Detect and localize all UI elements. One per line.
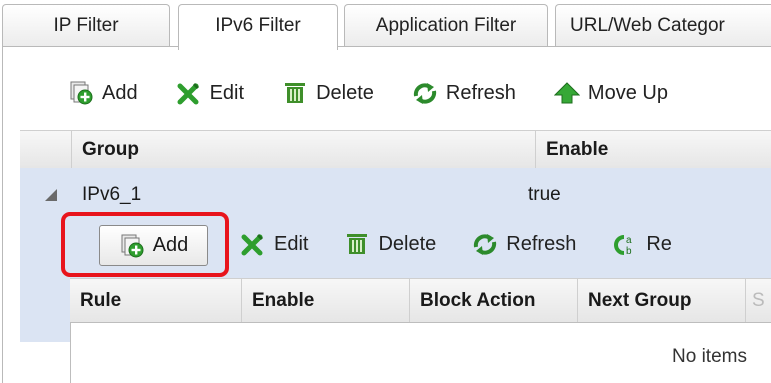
delete-icon	[347, 234, 368, 254]
tab-ip-filter[interactable]: IP Filter	[2, 4, 170, 46]
edit-icon	[241, 233, 264, 256]
edit-rule-button[interactable]: Edit	[240, 231, 308, 257]
refresh-icon	[413, 83, 436, 104]
rename-rule-label: Re	[646, 232, 672, 255]
svg-text:b: b	[626, 246, 632, 257]
column-spacer	[20, 131, 72, 168]
delete-rule-button[interactable]: Delete	[344, 231, 436, 257]
delete-label: Delete	[316, 81, 374, 104]
column-enable[interactable]: Enable	[536, 131, 771, 168]
edit-rule-label: Edit	[274, 232, 309, 255]
tab-application-filter[interactable]: Application Filter	[344, 4, 548, 46]
expand-arrow-icon[interactable]	[44, 188, 58, 202]
group-enable-cell: true	[528, 184, 561, 205]
refresh-icon	[474, 234, 497, 255]
column-truncated[interactable]: S	[746, 279, 771, 322]
delete-button[interactable]: Delete	[282, 80, 374, 106]
svg-text:a: a	[626, 235, 632, 246]
tab-label: URL/Web Categor	[570, 15, 725, 36]
column-group[interactable]: Group	[72, 131, 536, 168]
move-up-label: Move Up	[587, 81, 668, 104]
delete-rule-label: Delete	[378, 232, 437, 255]
refresh-rule-label: Refresh	[506, 232, 577, 255]
refresh-label: Refresh	[445, 81, 516, 104]
rename-icon: a b	[614, 235, 632, 257]
move-up-button[interactable]: Move Up	[553, 80, 668, 106]
move-up-icon	[553, 82, 580, 104]
tab-label: Application Filter	[375, 15, 517, 36]
sub-toolbar: Edit Delete Refresh a b Re	[240, 231, 672, 257]
add-icon	[70, 81, 93, 105]
column-block-action[interactable]: Block Action	[410, 279, 578, 322]
group-table-header: Group Enable	[20, 130, 771, 169]
highlight-box	[61, 212, 229, 277]
add-button[interactable]: Add	[68, 80, 138, 106]
main-toolbar: Add Edit Delete Refresh Move Up	[68, 80, 668, 106]
delete-icon	[285, 83, 306, 103]
tab-url-web-category[interactable]: URL/Web Categor	[555, 4, 771, 46]
tab-label: IP Filter	[53, 15, 119, 36]
refresh-rule-button[interactable]: Refresh	[472, 231, 576, 257]
tab-ipv6-filter[interactable]: IPv6 Filter	[178, 4, 338, 50]
add-label: Add	[102, 81, 138, 104]
edit-button[interactable]: Edit	[176, 80, 244, 106]
tab-label: IPv6 Filter	[215, 15, 301, 36]
rename-rule-button[interactable]: a b Re	[612, 231, 672, 257]
column-rule[interactable]: Rule	[70, 279, 242, 322]
column-enable[interactable]: Enable	[242, 279, 410, 322]
rule-table-header: Rule Enable Block Action Next Group S	[70, 278, 771, 323]
column-next-group[interactable]: Next Group	[578, 279, 746, 322]
refresh-button[interactable]: Refresh	[412, 80, 516, 106]
empty-message: No items	[672, 346, 747, 367]
edit-icon	[177, 82, 199, 105]
group-name-cell: IPv6_1	[82, 184, 142, 205]
edit-label: Edit	[209, 81, 245, 104]
